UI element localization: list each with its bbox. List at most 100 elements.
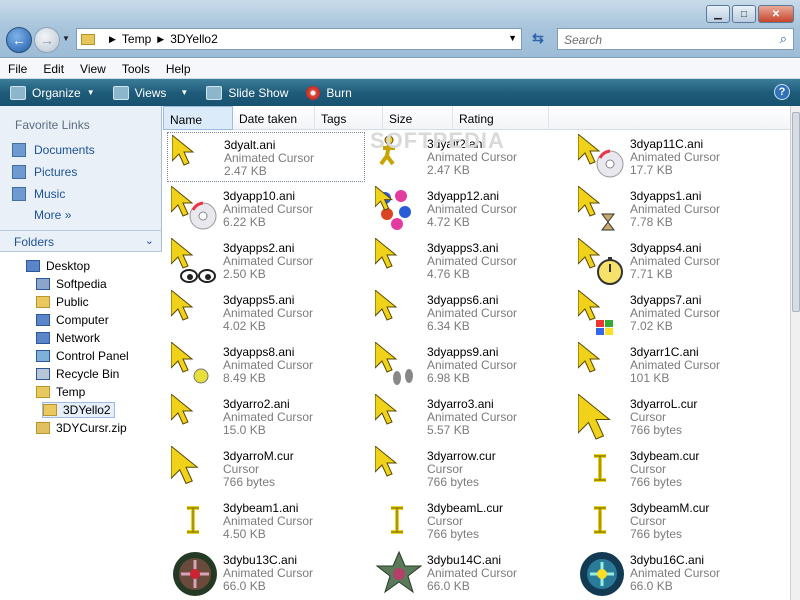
file-item[interactable]: 3dyap11C.ani Animated Cursor 17.7 KB <box>574 132 772 182</box>
file-item[interactable]: 3dyapps6.ani Animated Cursor 6.34 KB <box>371 288 569 338</box>
file-item[interactable]: 3dyapp12.ani Animated Cursor 4.72 KB <box>371 184 569 234</box>
forward-arrow-icon: → <box>40 32 54 48</box>
arrow-medium-icon <box>170 444 219 494</box>
tree-item-temp[interactable]: Temp <box>36 384 85 400</box>
breadcrumb-3dyello2[interactable]: 3DYello2 <box>170 32 218 46</box>
busy-orb-blue-icon <box>578 550 626 598</box>
chevron-down-icon: ▼ <box>180 88 189 97</box>
scrollbar-thumb[interactable] <box>792 112 800 312</box>
slideshow-button[interactable]: Slide Show <box>206 85 288 100</box>
views-button[interactable]: Views ▼ <box>112 85 189 100</box>
tree-item-3dycursr-zip[interactable]: 3DYCursr.zip <box>36 420 127 436</box>
menu-edit[interactable]: Edit <box>35 62 72 76</box>
file-name: 3dyapps8.ani <box>223 345 295 359</box>
column-header-date-taken[interactable]: Date taken <box>233 106 315 130</box>
tree-item-control-panel[interactable]: Control Panel <box>36 348 129 364</box>
file-item[interactable]: 3dyapps7.ani Animated Cursor 7.02 KB <box>574 288 772 338</box>
tree-item-network[interactable]: Network <box>36 330 100 346</box>
menu-view[interactable]: View <box>72 62 114 76</box>
file-item[interactable]: 3dybu16C.ani Animated Cursor 66.0 KB <box>574 548 772 598</box>
column-header-tags[interactable]: Tags <box>315 106 383 130</box>
file-item[interactable]: 3dyapps5.ani Animated Cursor 4.02 KB <box>167 288 365 338</box>
column-header-size[interactable]: Size <box>383 106 453 130</box>
arrow-yellow-icon <box>577 340 626 390</box>
menu-help[interactable]: Help <box>158 62 199 76</box>
folders-header[interactable]: Folders ⌄ <box>0 230 162 252</box>
arrow-footprints-icon <box>374 340 423 390</box>
tree-item-computer[interactable]: Computer <box>36 312 109 328</box>
favorite-pictures[interactable]: Pictures <box>12 165 77 179</box>
file-type: Animated Cursor <box>223 202 314 216</box>
help-icon[interactable]: ? <box>774 84 790 100</box>
breadcrumb-separator-icon[interactable]: ▶ <box>157 34 164 45</box>
file-item[interactable]: 3dyapps1.ani Animated Cursor 7.78 KB <box>574 184 772 234</box>
more-link[interactable]: More » <box>34 208 71 222</box>
tree-item-public[interactable]: Public <box>36 294 89 310</box>
file-name: 3dybu14C.ani <box>427 553 502 567</box>
arrow-stopwatch-icon <box>577 236 626 286</box>
file-size: 766 bytes <box>223 475 276 489</box>
file-item[interactable]: 3dyarroL.cur Cursor 766 bytes <box>574 392 772 442</box>
breadcrumb-separator-icon[interactable]: ▶ <box>109 34 116 45</box>
refresh-icon[interactable]: ⇆ <box>527 30 549 50</box>
tree-item-softpedia[interactable]: Softpedia <box>36 276 107 292</box>
views-label: Views <box>134 85 167 100</box>
column-header-row: Name Date taken Tags Size Rating <box>163 106 790 130</box>
file-type: Cursor <box>630 462 667 476</box>
tree-item-recycle-bin[interactable]: Recycle Bin <box>36 366 119 382</box>
file-item[interactable]: 3dyapps8.ani Animated Cursor 8.49 KB <box>167 340 365 390</box>
breadcrumb-temp[interactable]: Temp <box>122 32 151 46</box>
tree-item-3dyello2[interactable]: 3DYello2 <box>42 402 115 418</box>
folders-label: Folders <box>14 235 55 249</box>
file-item[interactable]: 3dyarro2.ani Animated Cursor 15.0 KB <box>167 392 365 442</box>
search-input[interactable]: Search ⌕ <box>557 28 794 50</box>
file-item[interactable]: 3dybu13C.ani Animated Cursor 66.0 KB <box>167 548 365 598</box>
favorite-music[interactable]: Music <box>12 187 65 201</box>
file-item[interactable]: 3dybeamL.cur Cursor 766 bytes <box>371 496 569 546</box>
arrow-yellow-icon <box>374 444 423 494</box>
vertical-scrollbar[interactable] <box>790 106 800 600</box>
file-item[interactable]: 3dybeam.cur Cursor 766 bytes <box>574 444 772 494</box>
chevron-down-icon: ⌄ <box>144 235 154 247</box>
file-item[interactable]: 3dybu14C.ani Animated Cursor 66.0 KB <box>371 548 569 598</box>
file-name: 3dyapps9.ani <box>427 345 499 359</box>
history-dropdown-icon[interactable]: ▼ <box>62 34 70 43</box>
tree-label: 3DYCursr.zip <box>56 421 127 435</box>
search-icon[interactable]: ⌕ <box>780 31 787 47</box>
file-item[interactable]: 3dyalt.ani Animated Cursor 2.47 KB <box>167 132 365 182</box>
file-item[interactable]: 3dybeamM.cur Cursor 766 bytes <box>574 496 772 546</box>
menu-file[interactable]: File <box>0 62 35 76</box>
favorite-documents[interactable]: Documents <box>12 143 95 157</box>
file-type: Animated Cursor <box>427 566 518 580</box>
file-item[interactable]: 3dyapp10.ani Animated Cursor 6.22 KB <box>167 184 365 234</box>
address-bar[interactable]: ▶ Temp ▶ 3DYello2 ▼ <box>76 28 522 50</box>
forward-button[interactable]: → <box>34 27 60 53</box>
close-button[interactable]: ✕ <box>758 5 794 23</box>
file-item[interactable]: 3dyarrow.cur Cursor 766 bytes <box>371 444 569 494</box>
address-dropdown-icon[interactable]: ▼ <box>508 33 517 43</box>
back-button[interactable]: ← <box>6 27 32 53</box>
file-item[interactable]: 3dyapps3.ani Animated Cursor 4.76 KB <box>371 236 569 286</box>
file-type: Animated Cursor <box>223 254 314 268</box>
file-name: 3dyapps1.ani <box>630 189 702 203</box>
column-header-rating[interactable]: Rating <box>453 106 549 130</box>
file-item[interactable]: 3dyapps2.ani Animated Cursor 2.50 KB <box>167 236 365 286</box>
file-item[interactable]: 3dybeam1.ani Animated Cursor 4.50 KB <box>167 496 365 546</box>
burn-button[interactable]: Burn <box>306 85 352 100</box>
organize-button[interactable]: Organize ▼ <box>10 85 95 100</box>
column-header-name[interactable]: Name <box>163 106 233 130</box>
menu-tools[interactable]: Tools <box>114 62 158 76</box>
file-size: 101 KB <box>630 371 670 385</box>
tree-item-desktop[interactable]: Desktop <box>26 258 90 274</box>
control-panel-icon <box>36 350 50 362</box>
file-item[interactable]: 3dyapps9.ani Animated Cursor 6.98 KB <box>371 340 569 390</box>
file-item[interactable]: 3dyarr1C.ani Animated Cursor 101 KB <box>574 340 772 390</box>
maximize-button[interactable]: □ <box>732 5 756 23</box>
folder-open-icon <box>36 386 50 398</box>
file-item[interactable]: 3dyarro3.ani Animated Cursor 5.57 KB <box>371 392 569 442</box>
tree-label: Desktop <box>46 259 91 273</box>
file-item[interactable]: 3dyapps4.ani Animated Cursor 7.71 KB <box>574 236 772 286</box>
file-item[interactable]: 3dyarroM.cur Cursor 766 bytes <box>167 444 365 494</box>
burn-disc-icon <box>306 85 321 100</box>
minimize-button[interactable]: ▁ <box>706 5 730 23</box>
